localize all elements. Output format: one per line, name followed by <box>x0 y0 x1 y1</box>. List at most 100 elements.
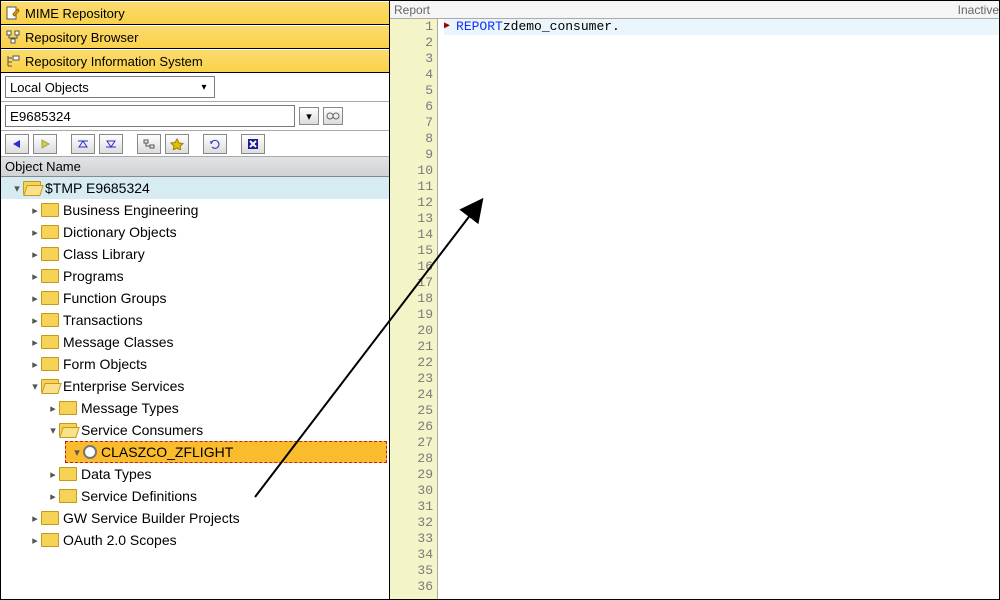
tree-node-oauth-scopes[interactable]: ▸ OAuth 2.0 Scopes <box>1 529 389 551</box>
tree-node-business-engineering[interactable]: ▸ Business Engineering <box>1 199 389 221</box>
tree-node-programs[interactable]: ▸Programs <box>1 265 389 287</box>
line-number: 28 <box>394 451 433 467</box>
tree-node-function-groups[interactable]: ▸Function Groups <box>1 287 389 309</box>
line-number: 21 <box>394 339 433 355</box>
expand-icon[interactable]: ▸ <box>29 358 41 371</box>
expand-icon[interactable]: ▸ <box>29 204 41 217</box>
line-number: 30 <box>394 483 433 499</box>
tree-node-data-types[interactable]: ▸ Data Types <box>1 463 389 485</box>
tree-node-message-types[interactable]: ▸Message Types <box>1 397 389 419</box>
line-number: 9 <box>394 147 433 163</box>
chevron-down-icon: ▾ <box>196 79 212 95</box>
tree-node-form-objects[interactable]: ▸ Form Objects <box>1 353 389 375</box>
tree-node-claszco-zflight[interactable]: ▾ CLASZCO_ZFLIGHT <box>65 441 387 463</box>
code-line[interactable]: ▶ REPORT zdemo_consumer. <box>444 19 999 35</box>
line-number: 20 <box>394 323 433 339</box>
line-number: 36 <box>394 579 433 595</box>
tree-node-transactions[interactable]: ▸Transactions <box>1 309 389 331</box>
glasses-display-button[interactable] <box>323 107 343 125</box>
line-number-gutter: 1234567891011121314151617181920212223242… <box>390 19 438 599</box>
line-number: 29 <box>394 467 433 483</box>
tree-node-label: Data Types <box>81 466 152 482</box>
expand-icon[interactable]: ▸ <box>47 468 59 481</box>
folder-open-icon <box>41 379 59 393</box>
tree-layout-button[interactable] <box>137 134 161 154</box>
tree-node-dictionary-objects[interactable]: ▸Dictionary Objects <box>1 221 389 243</box>
folder-icon <box>59 489 77 503</box>
breakpoint-marker-icon[interactable]: ▶ <box>444 19 450 35</box>
line-number: 1 <box>394 19 433 35</box>
line-number: 14 <box>394 227 433 243</box>
tree-root[interactable]: ▾ $TMP E9685324 <box>1 177 389 199</box>
expand-icon[interactable]: ▸ <box>29 270 41 283</box>
tree-node-label: OAuth 2.0 Scopes <box>63 532 177 548</box>
line-number: 19 <box>394 307 433 323</box>
scope-dropdown[interactable]: Local Objects ▾ <box>5 76 215 98</box>
tree-node-gw-service-builder[interactable]: ▸ GW Service Builder Projects <box>1 507 389 529</box>
object-tree[interactable]: ▾ $TMP E9685324 ▸Business Engineering ▸D… <box>1 177 389 599</box>
code-text: zdemo_consumer. <box>503 19 620 35</box>
line-number: 4 <box>394 67 433 83</box>
expand-icon[interactable]: ▸ <box>29 336 41 349</box>
tree-node-label: GW Service Builder Projects <box>63 510 240 526</box>
expand-icon[interactable]: ▸ <box>29 512 41 525</box>
tree-node-label: CLASZCO_ZFLIGHT <box>101 444 233 460</box>
repository-browser-header[interactable]: Repository Browser <box>1 25 389 49</box>
collapse-icon[interactable]: ▾ <box>29 380 41 393</box>
tree-column-label: Object Name <box>5 159 81 174</box>
tree-node-class-library[interactable]: ▸Class Library <box>1 243 389 265</box>
mime-repository-header[interactable]: MIME Repository <box>1 1 389 25</box>
folder-open-icon <box>23 181 41 195</box>
tree-node-enterprise-services[interactable]: ▾Enterprise Services <box>1 375 389 397</box>
line-number: 10 <box>394 163 433 179</box>
tree-structure-icon <box>5 29 21 45</box>
folder-icon <box>59 467 77 481</box>
tree-node-service-consumers[interactable]: ▾ Service Consumers <box>1 419 389 441</box>
close-button[interactable] <box>241 134 265 154</box>
repository-info-system-header[interactable]: Repository Information System <box>1 49 389 73</box>
expand-icon[interactable]: ▸ <box>47 402 59 415</box>
expand-icon[interactable]: ▸ <box>29 314 41 327</box>
expand-icon[interactable]: ▸ <box>29 248 41 261</box>
folder-icon <box>41 533 59 547</box>
collapse-icon[interactable]: ▾ <box>71 446 83 459</box>
dropdown-history-button[interactable]: ▾ <box>299 107 319 125</box>
tree-node-label: Service Consumers <box>81 422 203 438</box>
line-number: 23 <box>394 371 433 387</box>
folder-icon <box>41 511 59 525</box>
code-editor[interactable]: ▶ REPORT zdemo_consumer. <box>438 19 999 599</box>
tree-node-message-classes[interactable]: ▸Message Classes <box>1 331 389 353</box>
expand-icon[interactable]: ▸ <box>29 226 41 239</box>
tree-node-label: Form Objects <box>63 356 147 372</box>
mime-repository-label: MIME Repository <box>25 6 125 21</box>
proxy-object-icon <box>83 445 97 459</box>
line-number: 26 <box>394 419 433 435</box>
collapse-icon[interactable]: ▾ <box>11 182 23 195</box>
line-number: 22 <box>394 355 433 371</box>
tree-node-service-definitions[interactable]: ▸Service Definitions <box>1 485 389 507</box>
folder-icon <box>41 247 59 261</box>
repository-info-system-label: Repository Information System <box>25 54 203 69</box>
favorites-button[interactable] <box>165 134 189 154</box>
tree-node-label: Business Engineering <box>63 202 198 218</box>
editor-info-strip: Report Inactive <box>390 1 999 19</box>
info-tree-icon <box>5 53 21 69</box>
refresh-button[interactable] <box>203 134 227 154</box>
folder-icon <box>41 291 59 305</box>
tree-root-label: $TMP E9685324 <box>45 180 150 196</box>
forward-button[interactable] <box>33 134 57 154</box>
object-name-input[interactable] <box>5 105 295 127</box>
scope-selector-row: Local Objects ▾ <box>1 73 389 102</box>
back-button[interactable] <box>5 134 29 154</box>
editor-tab-label: Report <box>394 3 430 17</box>
navigator-toolbar <box>1 131 389 157</box>
expand-icon[interactable]: ▸ <box>47 490 59 503</box>
collapse-button[interactable] <box>71 134 95 154</box>
editor-status-label: Inactive <box>958 3 999 17</box>
expand-button[interactable] <box>99 134 123 154</box>
expand-icon[interactable]: ▸ <box>29 292 41 305</box>
collapse-icon[interactable]: ▾ <box>47 424 59 437</box>
line-number: 27 <box>394 435 433 451</box>
line-number: 16 <box>394 259 433 275</box>
expand-icon[interactable]: ▸ <box>29 534 41 547</box>
